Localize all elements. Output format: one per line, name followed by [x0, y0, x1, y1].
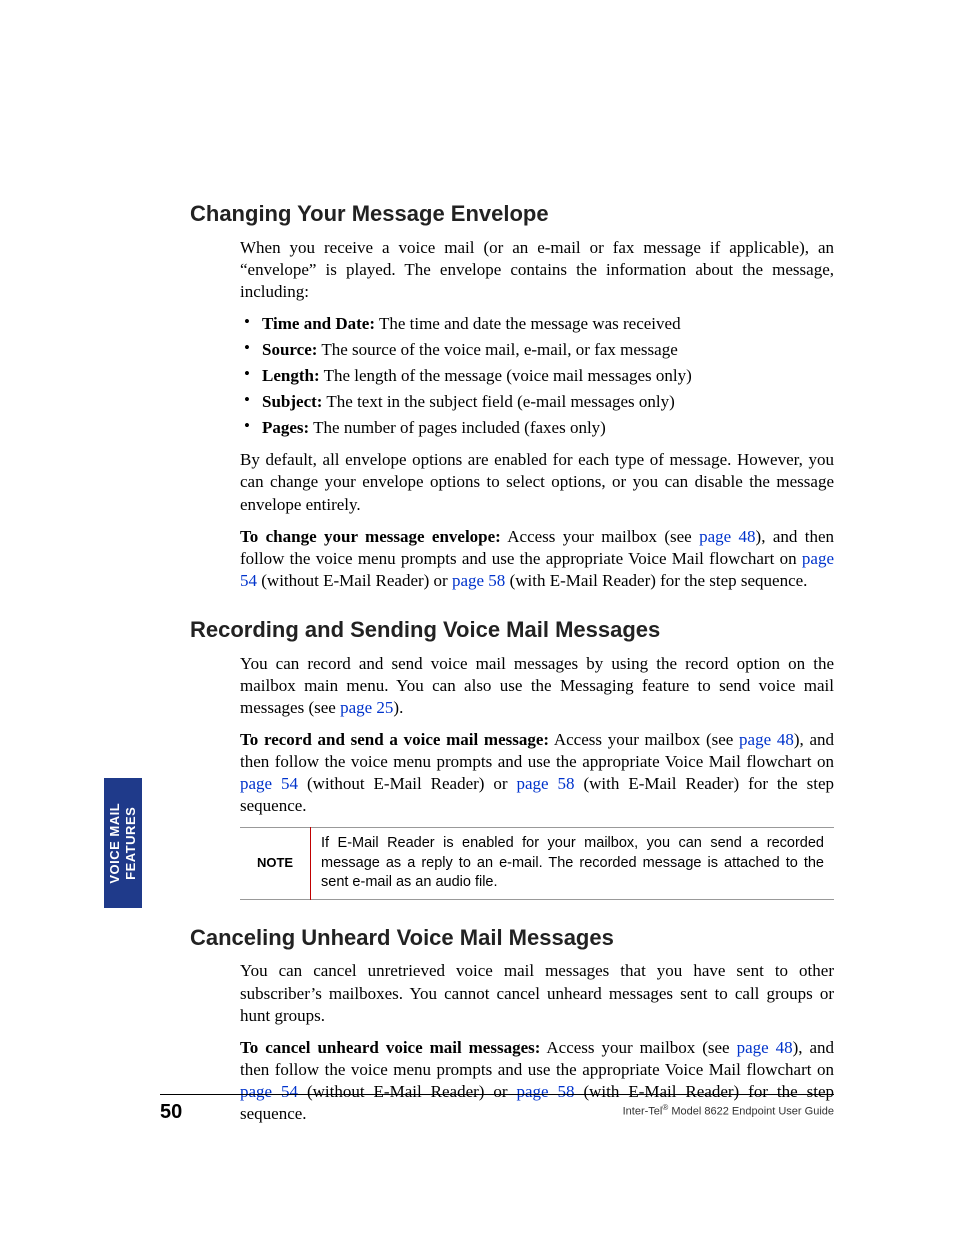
section-changing-envelope: Changing Your Message Envelope When you …	[190, 200, 834, 592]
envelope-fields-list: Time and Date: The time and date the mes…	[240, 313, 834, 439]
page-footer: 50 Inter-Tel® Model 8622 Endpoint User G…	[160, 1094, 834, 1125]
section-body: You can record and send voice mail messa…	[240, 653, 834, 900]
note-label: NOTE	[240, 827, 310, 900]
term: Time and Date:	[262, 314, 375, 333]
desc: The number of pages included (faxes only…	[309, 418, 606, 437]
text: Access your mailbox (see	[501, 527, 699, 546]
page-link-58[interactable]: page 58	[517, 774, 575, 793]
howto-lead: To cancel unheard voice mail messages:	[240, 1038, 540, 1057]
tab-line-1: VOICE MAIL	[107, 803, 122, 884]
desc: The time and date the message was receiv…	[375, 314, 681, 333]
default-paragraph: By default, all envelope options are ena…	[240, 449, 834, 515]
text: Access your mailbox (see	[549, 730, 739, 749]
text: ).	[393, 698, 403, 717]
page-link-48[interactable]: page 48	[737, 1038, 793, 1057]
list-item: Subject: The text in the subject field (…	[240, 391, 834, 413]
page-link-58[interactable]: page 58	[452, 571, 505, 590]
footer-credit: Inter-Tel® Model 8622 Endpoint User Guid…	[623, 1099, 834, 1119]
footer-rest: Model 8622 Endpoint User Guide	[668, 1106, 834, 1118]
page-link-54[interactable]: page 54	[240, 774, 298, 793]
list-item: Pages: The number of pages included (fax…	[240, 417, 834, 439]
howto-lead: To record and send a voice mail message:	[240, 730, 549, 749]
text: (without E-Mail Reader) or	[298, 774, 516, 793]
text: (without E-Mail Reader) or	[257, 571, 452, 590]
term: Length:	[262, 366, 320, 385]
note-text: If E-Mail Reader is enabled for your mai…	[311, 827, 834, 900]
howto-paragraph: To record and send a voice mail message:…	[240, 729, 834, 817]
list-item: Source: The source of the voice mail, e-…	[240, 339, 834, 361]
list-item: Time and Date: The time and date the mes…	[240, 313, 834, 335]
text: You can record and send voice mail messa…	[240, 654, 834, 717]
desc: The source of the voice mail, e-mail, or…	[317, 340, 677, 359]
brand: Inter-Tel	[623, 1106, 663, 1118]
term: Subject:	[262, 392, 322, 411]
section-body: When you receive a voice mail (or an e-m…	[240, 237, 834, 592]
list-item: Length: The length of the message (voice…	[240, 365, 834, 387]
section-tab-label: VOICE MAIL FEATURES	[107, 803, 140, 884]
page-number: 50	[160, 1099, 182, 1125]
section-tab: VOICE MAIL FEATURES	[104, 778, 142, 908]
howto-lead: To change your message envelope:	[240, 527, 501, 546]
desc: The length of the message (voice mail me…	[320, 366, 692, 385]
intro-paragraph: You can cancel unretrieved voice mail me…	[240, 960, 834, 1026]
note-box: NOTE If E-Mail Reader is enabled for you…	[240, 827, 834, 900]
page-link-48[interactable]: page 48	[699, 527, 755, 546]
intro-paragraph: You can record and send voice mail messa…	[240, 653, 834, 719]
page-link-48[interactable]: page 48	[739, 730, 794, 749]
text: (with E-Mail Reader) for the step sequen…	[505, 571, 807, 590]
desc: The text in the subject field (e-mail me…	[322, 392, 674, 411]
text: Access your mailbox (see	[540, 1038, 736, 1057]
heading-changing-envelope: Changing Your Message Envelope	[190, 200, 834, 229]
tab-line-2: FEATURES	[123, 806, 138, 879]
section-recording-sending: Recording and Sending Voice Mail Message…	[190, 616, 834, 900]
intro-paragraph: When you receive a voice mail (or an e-m…	[240, 237, 834, 303]
document-page: VOICE MAIL FEATURES Changing Your Messag…	[0, 0, 954, 1235]
term: Source:	[262, 340, 317, 359]
heading-recording-sending: Recording and Sending Voice Mail Message…	[190, 616, 834, 645]
term: Pages:	[262, 418, 309, 437]
content-column: Changing Your Message Envelope When you …	[190, 200, 834, 1149]
heading-canceling-unheard: Canceling Unheard Voice Mail Messages	[190, 924, 834, 953]
howto-paragraph: To change your message envelope: Access …	[240, 526, 834, 592]
page-link-25[interactable]: page 25	[340, 698, 393, 717]
